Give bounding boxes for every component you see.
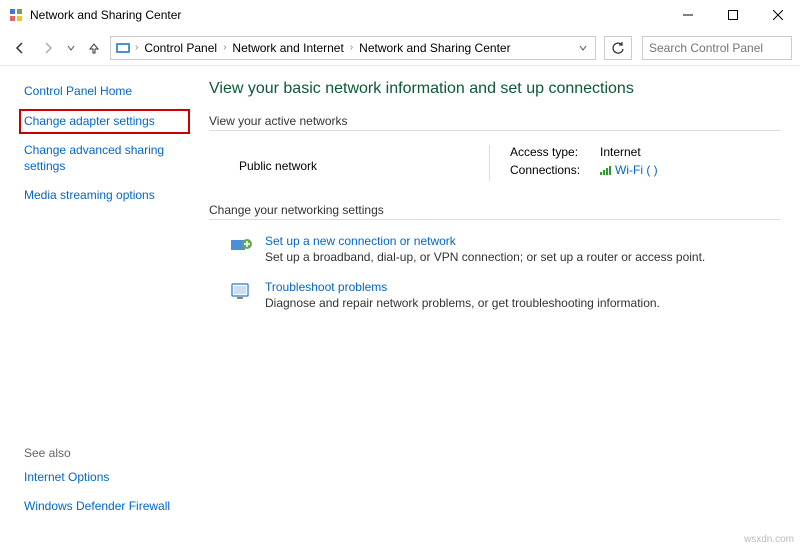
windows-defender-firewall-link[interactable]: Windows Defender Firewall — [24, 499, 170, 515]
internet-options-link[interactable]: Internet Options — [24, 470, 170, 486]
forward-button[interactable] — [36, 36, 60, 60]
chevron-right-icon[interactable]: › — [348, 42, 355, 53]
nav-row: › Control Panel › Network and Internet ›… — [0, 30, 800, 66]
breadcrumb-item[interactable]: Network and Internet — [230, 41, 345, 55]
up-button[interactable] — [82, 36, 106, 60]
setup-connection-icon — [229, 234, 253, 258]
controlpanel-icon — [115, 40, 131, 56]
network-name: Public network — [239, 145, 489, 173]
troubleshoot-desc: Diagnose and repair network problems, or… — [265, 296, 660, 310]
setup-connection-action: Set up a new connection or network Set u… — [209, 234, 780, 264]
setup-connection-link[interactable]: Set up a new connection or network — [265, 234, 456, 248]
wifi-connection-link[interactable]: Wi-Fi ( ) — [600, 163, 658, 177]
change-advanced-sharing-link[interactable]: Change advanced sharing settings — [24, 143, 185, 174]
setup-connection-desc: Set up a broadband, dial-up, or VPN conn… — [265, 250, 705, 264]
active-network-row: Public network Access type: Internet Con… — [209, 145, 780, 181]
sidebar: Control Panel Home Change adapter settin… — [0, 66, 195, 549]
close-button[interactable] — [755, 0, 800, 30]
troubleshoot-action: Troubleshoot problems Diagnose and repai… — [209, 280, 780, 310]
recent-dropdown[interactable] — [64, 36, 78, 60]
wifi-label: Wi-Fi ( ) — [615, 163, 658, 177]
app-icon — [8, 7, 24, 23]
control-panel-home-link[interactable]: Control Panel Home — [24, 84, 185, 100]
back-button[interactable] — [8, 36, 32, 60]
window-title: Network and Sharing Center — [30, 8, 665, 22]
chevron-right-icon[interactable]: › — [133, 42, 140, 53]
address-dropdown[interactable] — [575, 41, 591, 55]
breadcrumb-item[interactable]: Network and Sharing Center — [357, 41, 512, 55]
troubleshoot-link[interactable]: Troubleshoot problems — [265, 280, 387, 294]
main-content: View your basic network information and … — [195, 66, 800, 549]
change-settings-label: Change your networking settings — [209, 203, 780, 217]
minimize-button[interactable] — [665, 0, 710, 30]
watermark: wsxdn.com — [744, 534, 794, 545]
address-bar[interactable]: › Control Panel › Network and Internet ›… — [110, 36, 596, 60]
active-networks-label: View your active networks — [209, 114, 780, 128]
breadcrumb-item[interactable]: Control Panel — [142, 41, 219, 55]
divider — [209, 219, 780, 220]
troubleshoot-icon — [229, 280, 253, 304]
search-box[interactable] — [642, 36, 792, 60]
refresh-button[interactable] — [604, 36, 632, 60]
access-type-value: Internet — [600, 145, 641, 159]
titlebar: Network and Sharing Center — [0, 0, 800, 30]
chevron-right-icon[interactable]: › — [221, 42, 228, 53]
see-also-heading: See also — [24, 446, 170, 460]
search-input[interactable] — [649, 41, 800, 55]
page-heading: View your basic network information and … — [209, 80, 780, 98]
connections-label: Connections: — [510, 163, 590, 177]
divider — [209, 130, 780, 131]
media-streaming-options-link[interactable]: Media streaming options — [24, 188, 185, 204]
maximize-button[interactable] — [710, 0, 755, 30]
access-type-label: Access type: — [510, 145, 590, 159]
see-also-section: See also Internet Options Windows Defend… — [24, 446, 170, 529]
change-adapter-settings-link[interactable]: Change adapter settings — [24, 114, 185, 130]
wifi-signal-icon — [600, 166, 611, 175]
